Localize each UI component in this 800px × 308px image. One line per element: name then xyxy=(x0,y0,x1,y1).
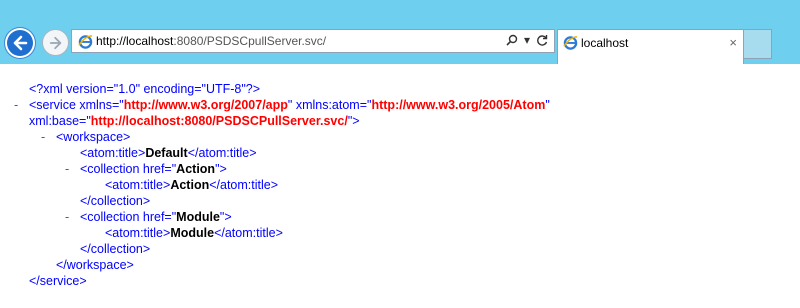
new-tab-button[interactable] xyxy=(744,29,772,59)
address-url-host: http://localhost xyxy=(96,34,174,48)
collection-module-close-tag: </collection> xyxy=(80,242,151,256)
search-icon[interactable] xyxy=(506,34,518,46)
tab-title: localhost xyxy=(581,36,629,50)
workspace-title: <atom:title>Default</atom:title> xyxy=(80,146,257,160)
service-close-tag: </service> xyxy=(29,274,87,288)
close-icon[interactable]: × xyxy=(729,35,737,50)
back-arrow-icon xyxy=(13,35,28,51)
xml-declaration: <?xml version="1.0" encoding="UTF-8"?> xyxy=(29,82,261,96)
address-url[interactable]: http://localhost:8080/PSDSCpullServer.sv… xyxy=(96,34,326,48)
address-bar[interactable]: http://localhost:8080/PSDSCpullServer.sv… xyxy=(71,29,555,53)
collection-action-title: <atom:title>Action</atom:title> xyxy=(105,178,279,192)
forward-button[interactable] xyxy=(42,29,69,56)
ie-logo-icon xyxy=(78,35,93,49)
ie-logo-icon xyxy=(563,36,578,50)
address-url-path: :8080/PSDSCpullServer.svc/ xyxy=(173,34,327,48)
collection-module-open-tag: <collection href="Module"> xyxy=(80,210,232,224)
workspace-open-tag: <workspace> xyxy=(56,130,131,144)
collapse-toggle-workspace[interactable]: - xyxy=(41,130,45,146)
back-button[interactable] xyxy=(5,28,35,58)
collapse-toggle-service[interactable]: - xyxy=(14,98,18,114)
collection-action-open-tag: <collection href="Action"> xyxy=(80,162,227,176)
collapse-toggle-collection-module[interactable]: - xyxy=(65,210,69,226)
service-open-tag: <service xmlns="http://www.w3.org/2007/a… xyxy=(29,98,550,112)
collapse-toggle-collection-action[interactable]: - xyxy=(65,162,69,178)
refresh-icon[interactable] xyxy=(536,34,548,46)
search-dropdown-icon[interactable]: ▾ xyxy=(524,33,530,47)
workspace-close-tag: </workspace> xyxy=(56,258,134,272)
collection-module-title: <atom:title>Module</atom:title> xyxy=(105,226,283,240)
collection-action-close-tag: </collection> xyxy=(80,194,151,208)
browser-tab[interactable]: localhost × xyxy=(557,29,744,64)
forward-arrow-icon xyxy=(49,36,61,49)
service-base-attr: xml:base="http://localhost:8080/PSDSCPul… xyxy=(29,114,360,128)
address-tools: ▾ xyxy=(506,33,548,47)
